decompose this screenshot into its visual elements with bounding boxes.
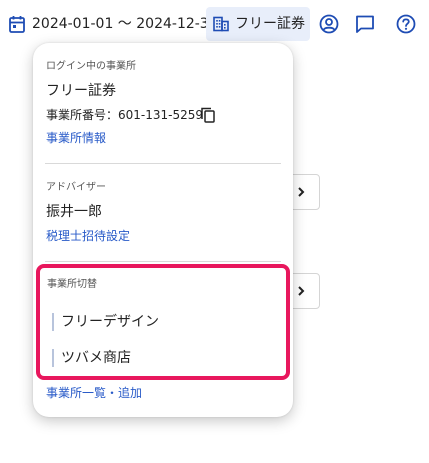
chat-bubble-icon[interactable] xyxy=(354,13,376,35)
advisor-label: アドバイザー xyxy=(46,182,106,193)
tax-advisor-invite-link[interactable]: 税理士招待設定 xyxy=(46,227,130,245)
chevron-right-icon xyxy=(298,286,305,296)
office-info-link[interactable]: 事業所情報 xyxy=(46,129,106,147)
office-list-add-link[interactable]: 事業所一覧・追加 xyxy=(46,384,142,402)
office-building-icon xyxy=(213,16,229,32)
office-switch-label: 事業所切替 xyxy=(47,279,97,290)
copy-icon[interactable] xyxy=(201,107,215,123)
item-indicator-bar xyxy=(52,349,54,367)
section-divider xyxy=(45,163,281,164)
office-name: フリーデザイン xyxy=(61,314,159,330)
office-switch-button[interactable]: フリー証券 xyxy=(206,7,310,41)
account-circle-icon[interactable] xyxy=(318,13,340,35)
item-indicator-bar xyxy=(52,313,54,331)
office-dropdown-panel: ログイン中の事業所 フリー証券 事業所番号：601-131-5259 事業所情報… xyxy=(33,43,293,417)
help-circle-icon[interactable] xyxy=(395,13,417,35)
office-number: 事業所番号：601-131-5259 xyxy=(46,108,204,122)
section-divider xyxy=(45,261,281,262)
office-switch-item[interactable]: ツバメ商店 xyxy=(52,347,272,369)
page: 2024-01-01 〜 2024-12-31 フリー証券 ログイン中の事業所 … xyxy=(0,0,429,463)
calendar-icon[interactable] xyxy=(9,15,25,33)
fiscal-period[interactable]: 2024-01-01 〜 2024-12-31 xyxy=(32,14,218,34)
office-switch-item[interactable]: フリーデザイン xyxy=(52,311,272,333)
office-name: ツバメ商店 xyxy=(61,350,131,366)
login-office-label: ログイン中の事業所 xyxy=(46,61,136,72)
chevron-right-icon xyxy=(298,187,305,197)
office-switch-label: フリー証券 xyxy=(235,16,305,32)
office-switch-section: 事業所切替 フリーデザイン ツバメ商店 xyxy=(36,264,290,380)
advisor-name: 振井一郎 xyxy=(46,204,102,220)
login-office-name: フリー証券 xyxy=(46,83,116,99)
header-bar: 2024-01-01 〜 2024-12-31 フリー証券 xyxy=(0,0,429,48)
